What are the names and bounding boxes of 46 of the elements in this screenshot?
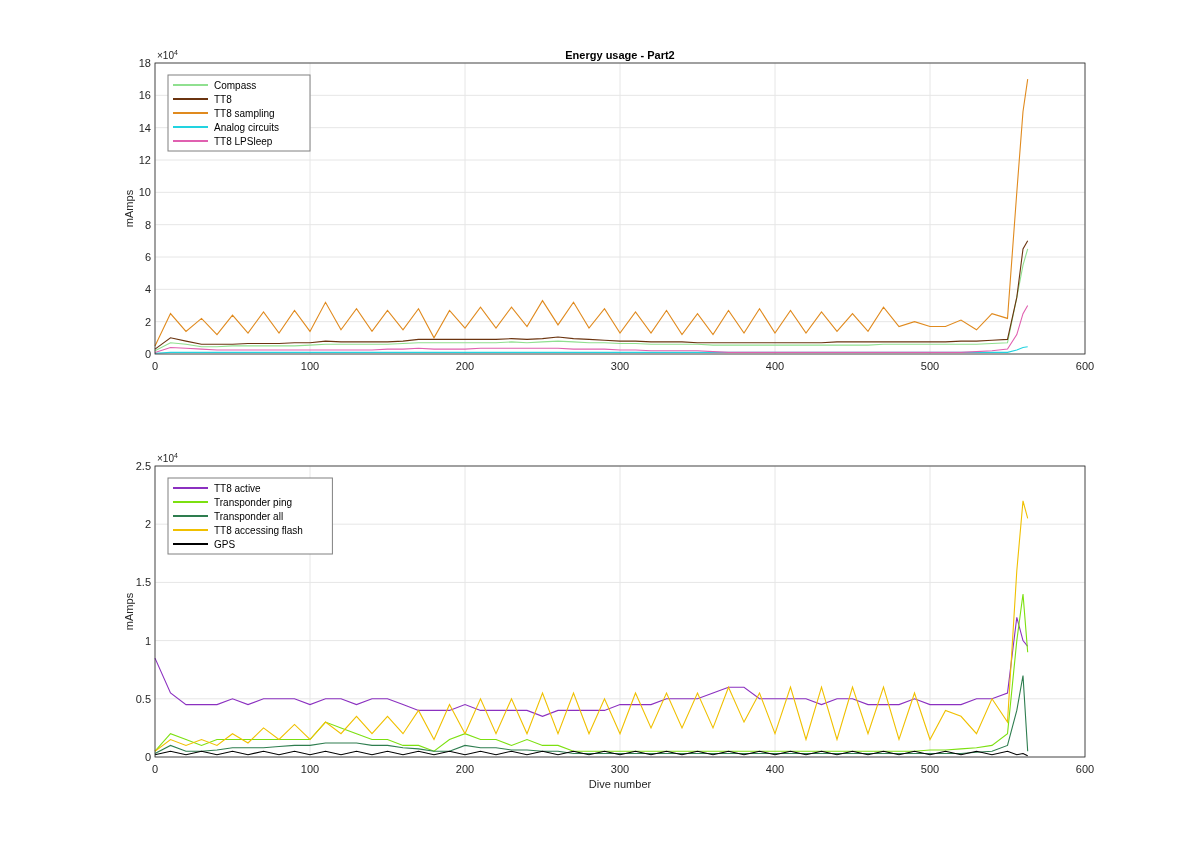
axis-tick-label: 2.5 xyxy=(135,460,151,472)
legend-label: TT8 xyxy=(214,94,232,105)
axis-tick-label: 12 xyxy=(138,154,151,166)
axis-multiplier: ×10$^{4}$ xyxy=(157,49,178,61)
axis-tick-label: 200 xyxy=(455,360,475,372)
axis-tick-label: 500 xyxy=(920,360,940,372)
legend-label: TT8 active xyxy=(214,483,261,494)
axis-tick-label: 600 xyxy=(1075,763,1095,775)
axis-tick-label: 0.5 xyxy=(135,692,151,705)
axis-tick-label: 300 xyxy=(610,763,630,775)
legend-label: TT8 LPSleep xyxy=(214,136,273,147)
axis-tick-label: 4 xyxy=(144,283,151,296)
chart-title: Energy usage - Part2 xyxy=(565,49,675,61)
axis-tick-label: 2 xyxy=(144,518,151,531)
legend-label: Analog circuits xyxy=(214,122,280,133)
axis-tick-label: 0 xyxy=(151,763,159,775)
axis-tick-label: 600 xyxy=(1075,360,1095,372)
axis-tick-label: 400 xyxy=(765,763,785,775)
axis-tick-label: 0 xyxy=(151,360,159,372)
legend-label: Compass xyxy=(214,80,257,91)
axis-tick-label: 400 xyxy=(765,360,785,372)
legend-label: Transponder all xyxy=(214,511,284,522)
axis-tick-label: 6 xyxy=(144,251,151,263)
axis-tick-label: 2 xyxy=(144,315,151,328)
axis-tick-label: 100 xyxy=(300,763,320,775)
axis-tick-label: 14 xyxy=(138,121,151,134)
axis-multiplier: ×10$^{4}$ xyxy=(157,452,178,464)
y-axis-label: mAmps xyxy=(123,592,135,631)
axis-tick-label: 0 xyxy=(144,348,151,360)
legend-label: GPS xyxy=(214,539,236,550)
axis-tick-label: 0 xyxy=(144,751,151,763)
axis-tick-label: 100 xyxy=(300,360,320,372)
axis-tick-label: 10 xyxy=(138,186,151,199)
axis-tick-label: 1 xyxy=(144,634,151,647)
axis-tick-label: 8 xyxy=(144,218,151,231)
axis-tick-label: 500 xyxy=(920,763,940,775)
legend-label: TT8 accessing flash xyxy=(214,525,303,536)
legend-label: TT8 sampling xyxy=(214,108,275,119)
axis-tick-label: 300 xyxy=(610,360,630,372)
axis-tick-label: 16 xyxy=(138,89,151,102)
axis-tick-label: 18 xyxy=(138,57,151,69)
axis-tick-label: 200 xyxy=(455,763,475,775)
axis-tick-label: 1.5 xyxy=(135,576,151,589)
x-axis-label: Dive number xyxy=(588,778,652,790)
y-axis-label: mAmps xyxy=(123,189,135,228)
legend-label: Transponder ping xyxy=(214,497,292,508)
